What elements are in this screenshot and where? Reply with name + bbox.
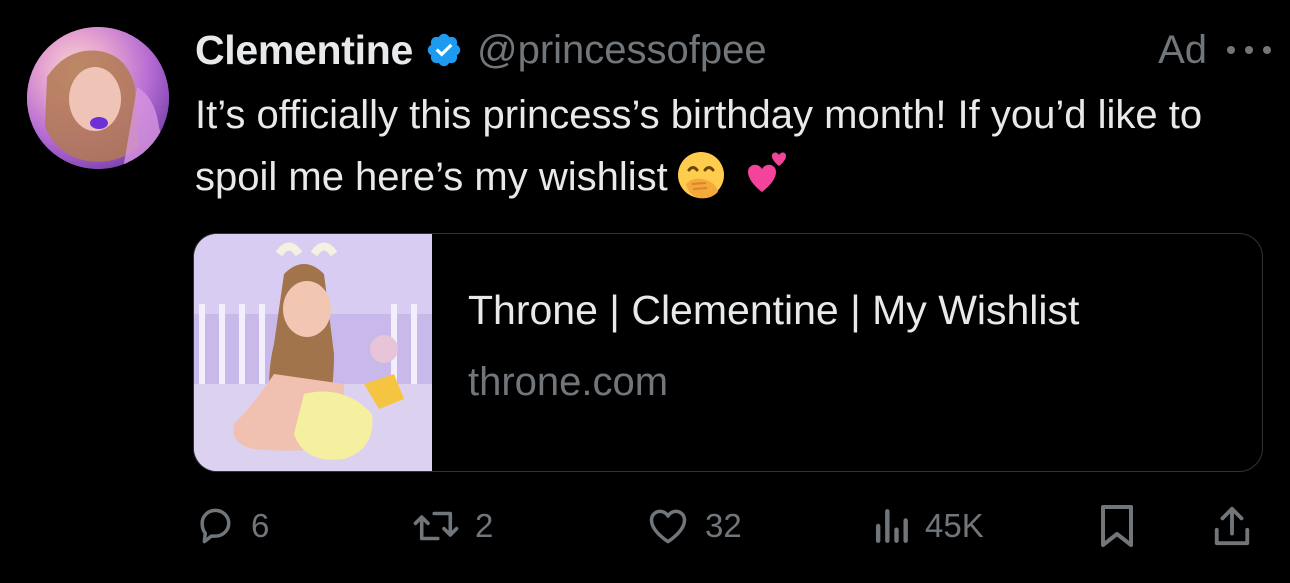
verified-badge-icon (427, 33, 461, 67)
share-icon (1214, 506, 1250, 546)
like-button[interactable]: 32 (645, 496, 742, 556)
avatar-image (27, 27, 169, 169)
face-with-hand-over-mouth-icon (677, 152, 724, 199)
bookmark-icon (1101, 505, 1133, 547)
views-icon (875, 509, 908, 543)
avatar[interactable] (27, 27, 169, 169)
link-card-thumbnail (194, 234, 432, 471)
display-name[interactable]: Clementine (195, 27, 413, 74)
tweet-text: It’s officially this princess’s birthday… (195, 84, 1255, 208)
tweet-header: Clementine @princessofpee Ad (195, 22, 1275, 78)
retweet-count: 2 (475, 507, 494, 544)
retweet-button[interactable]: 2 (411, 496, 493, 556)
ad-label: Ad (1158, 27, 1207, 72)
reply-count: 6 (251, 507, 270, 544)
retweet-icon (413, 511, 459, 541)
views-count: 45K (925, 507, 984, 544)
two-hearts-icon (747, 152, 786, 192)
share-button[interactable] (1211, 496, 1253, 556)
heart-icon (649, 509, 687, 544)
bookmark-button[interactable] (1097, 496, 1137, 556)
link-card[interactable]: Throne | Clementine | My Wishlist throne… (193, 233, 1263, 472)
views-button[interactable]: 45K (871, 496, 984, 556)
reply-button[interactable]: 6 (193, 496, 269, 556)
link-card-text: Throne | Clementine | My Wishlist throne… (432, 234, 1079, 471)
reply-icon (200, 508, 231, 544)
handle[interactable]: @princessofpee (477, 28, 767, 73)
more-options-icon[interactable] (1223, 40, 1275, 60)
like-count: 32 (705, 507, 742, 544)
link-card-title[interactable]: Throne | Clementine | My Wishlist (468, 280, 1079, 340)
link-card-domain: throne.com (468, 360, 669, 404)
tweet-actions: 6 2 32 45K (193, 496, 1261, 556)
